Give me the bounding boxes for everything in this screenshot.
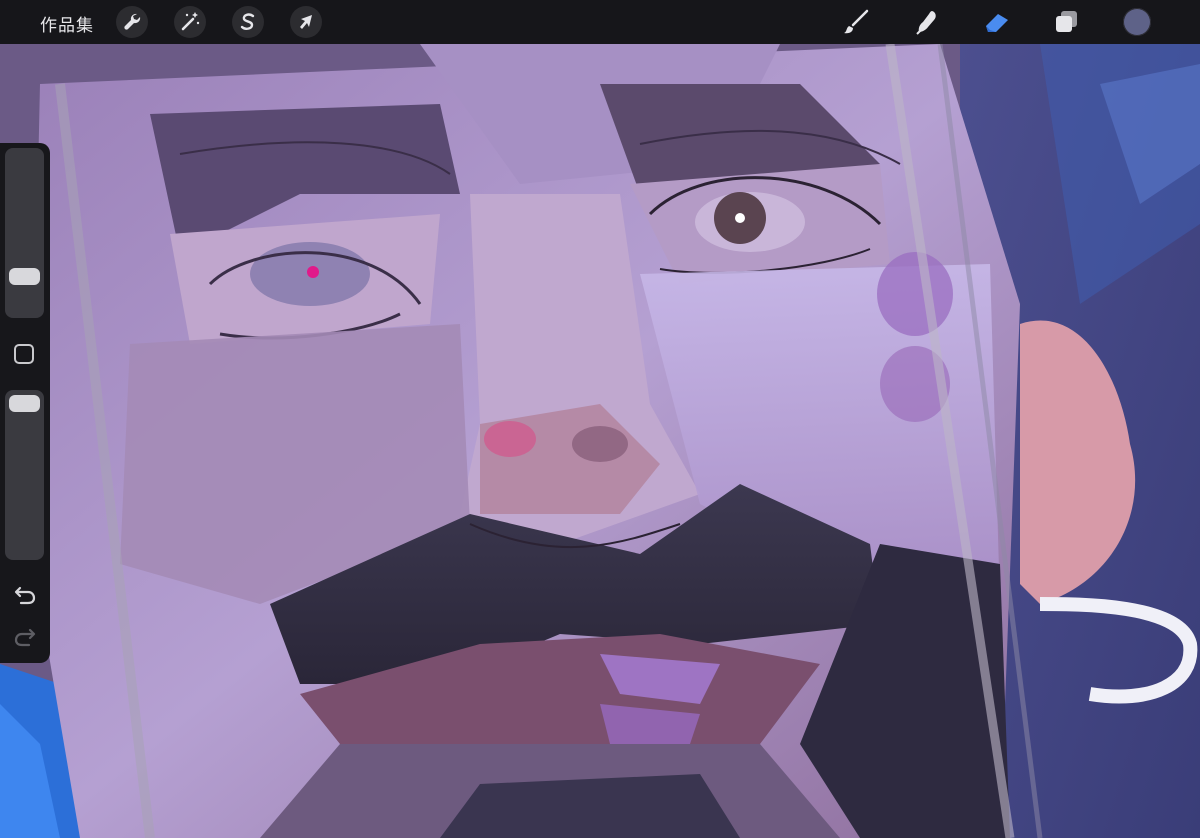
left-sidebar — [0, 143, 50, 663]
undo-icon[interactable] — [13, 583, 37, 605]
brush-opacity-slider[interactable] — [5, 390, 44, 560]
artwork — [0, 44, 1200, 838]
brush-size-slider[interactable] — [5, 148, 44, 318]
magic-wand-icon — [181, 12, 200, 31]
brush-size-thumb[interactable] — [9, 268, 40, 285]
layers-icon — [1056, 11, 1077, 32]
smudge-button[interactable] — [910, 6, 944, 38]
layers-button[interactable] — [1050, 6, 1084, 38]
transform-button[interactable] — [290, 6, 322, 38]
eraser-button[interactable] — [980, 6, 1014, 38]
drawing-canvas[interactable] — [0, 44, 1200, 838]
redo-icon[interactable] — [13, 625, 37, 647]
gallery-button[interactable]: 作品集 — [40, 11, 94, 36]
smudge-finger-icon — [916, 11, 936, 35]
top-toolbar: 作品集 — [0, 0, 1200, 44]
paintbrush-icon — [844, 9, 869, 34]
color-button[interactable] — [1123, 8, 1151, 36]
selection-s-icon — [240, 13, 255, 30]
square-modify-icon[interactable] — [14, 344, 34, 364]
wrench-icon — [124, 13, 141, 30]
adjustments-button[interactable] — [174, 6, 206, 38]
arrow-cursor-icon — [300, 15, 312, 29]
selection-button[interactable] — [232, 6, 264, 38]
brush-opacity-thumb[interactable] — [9, 395, 40, 412]
eraser-icon — [986, 14, 1008, 32]
actions-button[interactable] — [116, 6, 148, 38]
brush-button[interactable] — [840, 6, 874, 38]
